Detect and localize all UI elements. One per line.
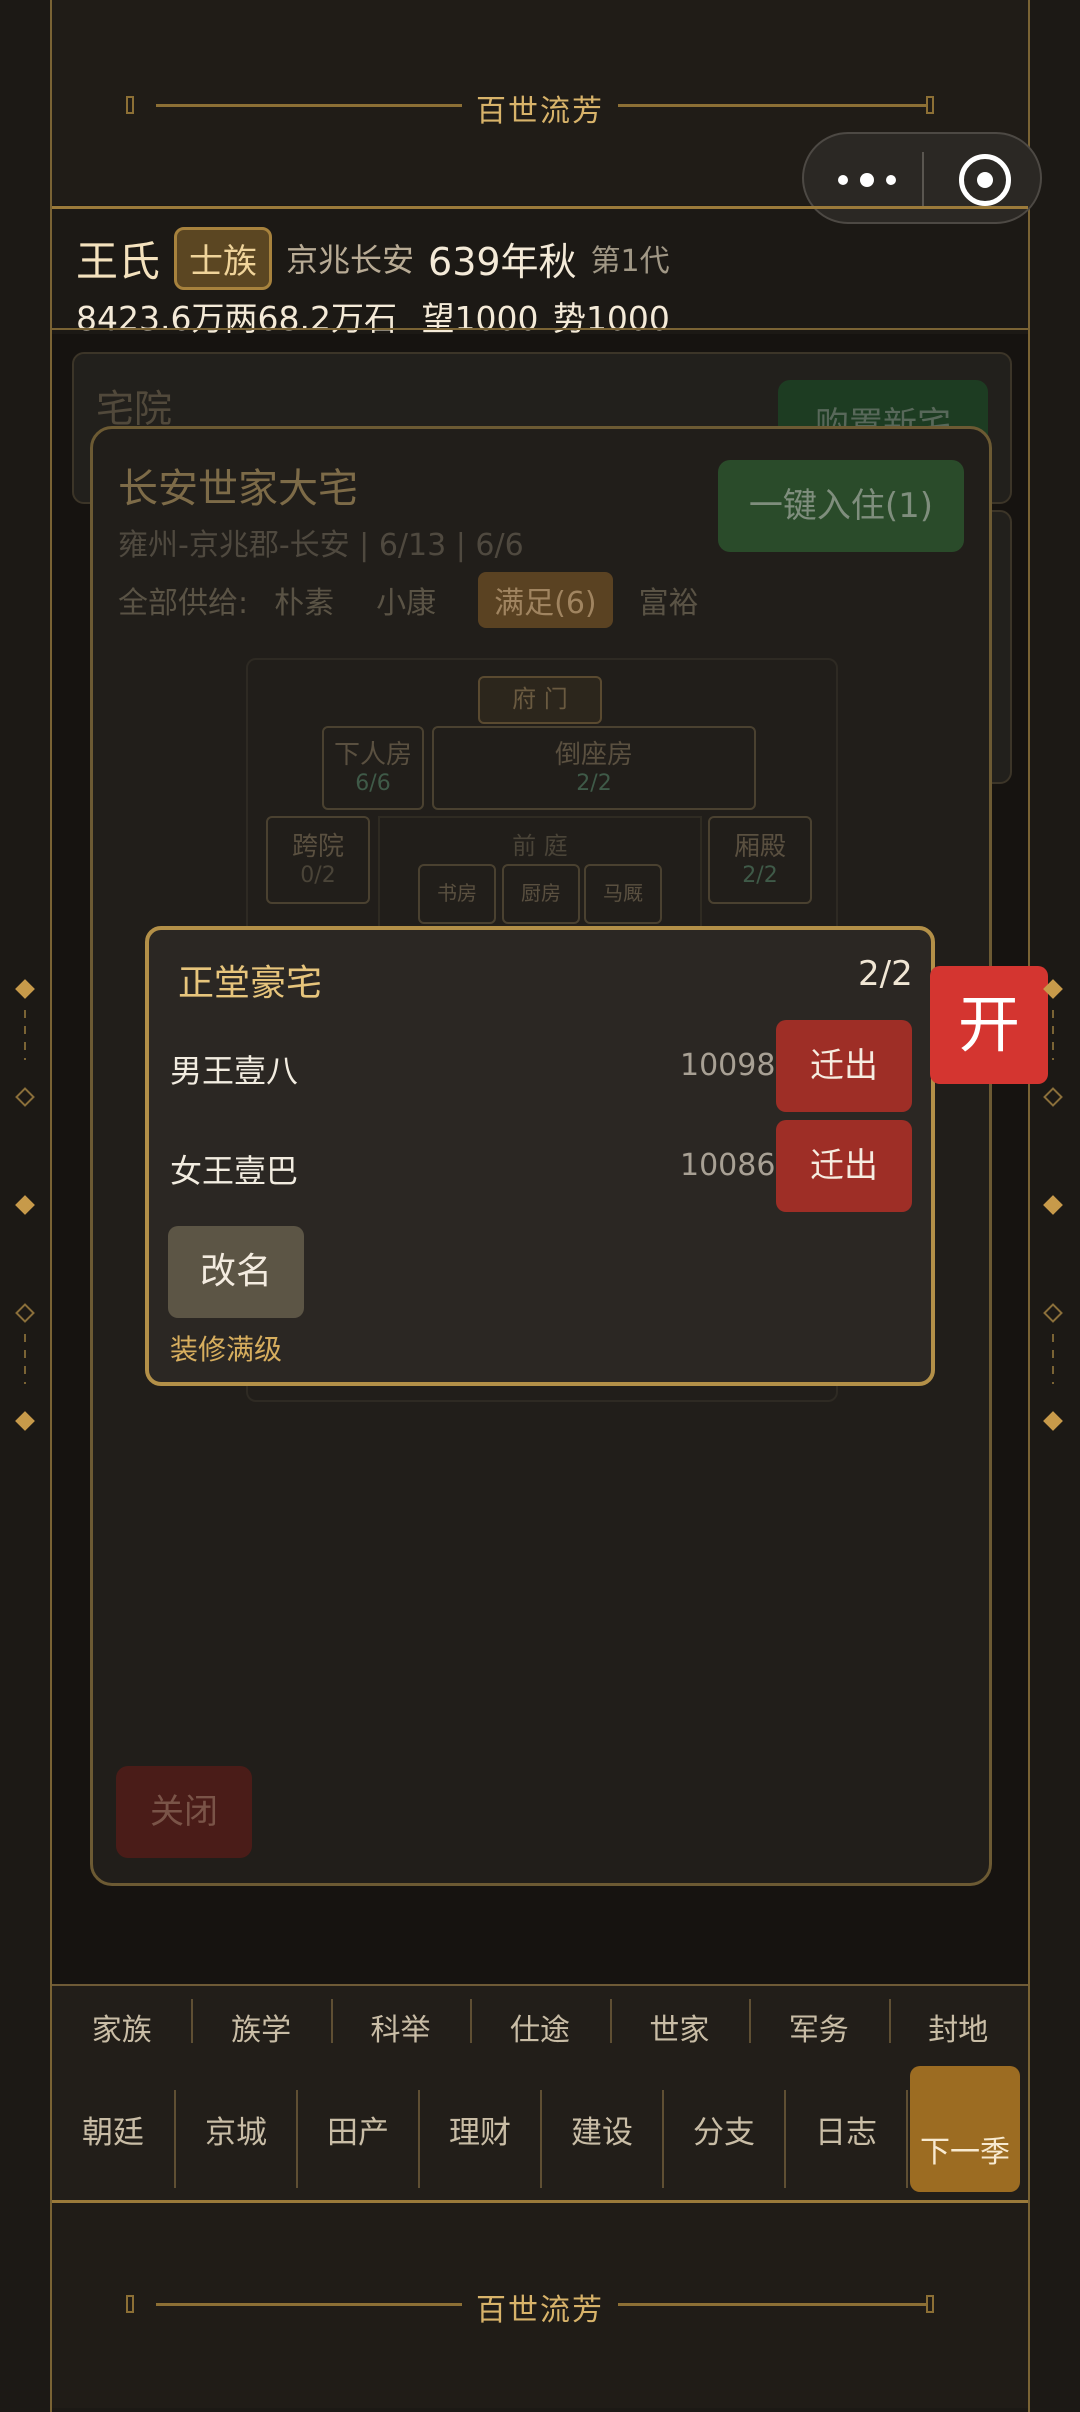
nav-career[interactable]: 仕途: [470, 1999, 609, 2049]
side-dash-line: [24, 1010, 26, 1060]
reverse-room-name: 倒座房: [554, 740, 633, 770]
header-top-divider: [52, 206, 1028, 209]
front-court-label: 前 庭: [512, 832, 568, 860]
rank-badge: 士族: [174, 226, 273, 290]
move-out-button[interactable]: 迁出: [776, 1020, 912, 1112]
nav-fief[interactable]: 封地: [888, 1999, 1028, 2049]
servant-room-count: 6/6: [355, 771, 391, 796]
clan-name: 王氏: [76, 236, 161, 286]
side-diamond-icon: [1043, 1087, 1063, 1107]
side-diamond-icon: [15, 1303, 35, 1323]
side-dash-line: [1052, 1334, 1054, 1384]
miniprogram-capsule: [802, 132, 1042, 224]
nav-construction[interactable]: 建设: [542, 2066, 662, 2200]
banner-title: 百世流芳: [476, 2293, 604, 2328]
occupant-value: 10098: [680, 1048, 776, 1083]
capsule-divider: [922, 152, 924, 208]
servant-room[interactable]: 下人房 6/6: [322, 726, 424, 810]
residence-section-title: 宅院: [96, 387, 173, 431]
wing-hall-room[interactable]: 厢殿 2/2: [708, 816, 812, 904]
decoration-status: 装修满级: [170, 1333, 283, 1366]
room-popup-title: 正堂豪宅: [178, 963, 323, 1004]
banner-title: 百世流芳: [476, 94, 604, 129]
supply-option-rich[interactable]: 富裕: [639, 578, 699, 622]
kitchen-room[interactable]: 厨房: [502, 864, 580, 924]
occupant-name: 女王壹巴: [170, 1152, 299, 1190]
residence-title: 长安世家大宅: [118, 466, 358, 512]
side-diamond-icon: [15, 1411, 35, 1431]
study-room[interactable]: 书房: [418, 864, 496, 924]
side-dash-line: [24, 1334, 26, 1384]
reverse-room[interactable]: 倒座房 2/2: [432, 726, 756, 810]
side-diamond-icon: [1043, 1195, 1063, 1215]
servant-room-name: 下人房: [333, 740, 412, 770]
resources-row: 8423.6万两68.2万石 望1000 势1000: [76, 292, 684, 340]
gate-room[interactable]: 府 门: [478, 676, 602, 724]
nav-estates[interactable]: 田产: [298, 2066, 418, 2200]
nav-military[interactable]: 军务: [749, 1999, 888, 2049]
nav-finance[interactable]: 理财: [420, 2066, 540, 2200]
side-court-count: 0/2: [300, 863, 336, 888]
money-value: 8423.6万两: [76, 299, 258, 338]
clan-info-row: 王氏 士族 京兆长安 639年秋 第1代: [76, 226, 670, 290]
nav-noble-families[interactable]: 世家: [609, 1999, 749, 2049]
right-frame-line: [1028, 0, 1030, 2412]
header-bottom-divider: [52, 328, 1028, 330]
clan-location: 京兆长安: [286, 241, 415, 279]
grain-value: 68.2万石: [257, 299, 397, 338]
reverse-room-count: 2/2: [576, 771, 612, 796]
supply-selector: 全部供给: 朴素 小康 满足(6) 富裕: [118, 572, 741, 628]
nav-row-primary: 家族 族学 科举 仕途 世家 军务 封地: [52, 1984, 1028, 2068]
nav-row-secondary: 朝廷 京城 田产 理财 建设 分支 日志: [52, 2066, 1028, 2200]
nav-family[interactable]: 家族: [52, 2005, 191, 2049]
more-icon[interactable]: [834, 162, 914, 198]
occupant-value: 10086: [680, 1148, 776, 1183]
generation: 第1代: [590, 244, 670, 279]
side-diamond-icon: [1043, 1411, 1063, 1431]
current-year: 639年秋: [428, 239, 577, 284]
open-button[interactable]: 开: [930, 966, 1048, 1084]
nav-exam[interactable]: 科举: [330, 1999, 470, 2049]
bottom-banner: 百世流芳: [52, 2203, 1028, 2408]
prestige-value: 望1000: [421, 299, 539, 338]
side-court-name: 跨院: [291, 832, 344, 862]
supply-option-moderate[interactable]: 小康: [376, 578, 436, 622]
nav-clan-school[interactable]: 族学: [191, 1999, 330, 2049]
room-capacity: 2/2: [858, 954, 913, 994]
side-court-room[interactable]: 跨院 0/2: [266, 816, 370, 904]
move-out-button[interactable]: 迁出: [776, 1120, 912, 1212]
nav-divider: [906, 2090, 908, 2188]
move-in-all-button[interactable]: 一键入住(1): [718, 460, 964, 552]
side-diamond-icon: [15, 979, 35, 999]
nav-court[interactable]: 朝廷: [52, 2066, 174, 2200]
side-diamond-icon: [15, 1195, 35, 1215]
occupant-name: 男王壹八: [170, 1052, 299, 1090]
wing-hall-count: 2/2: [742, 863, 778, 888]
supply-label: 全部供给:: [118, 586, 249, 621]
close-button[interactable]: 关闭: [116, 1766, 252, 1858]
wing-hall-name: 厢殿: [733, 832, 786, 862]
power-value: 势1000: [552, 299, 670, 338]
side-dash-line: [1052, 1010, 1054, 1060]
residence-subtitle: 雍州-京兆郡-长安 | 6/13 | 6/6: [118, 528, 524, 563]
stable-room[interactable]: 马厩: [584, 864, 662, 924]
supply-option-plain[interactable]: 朴素: [274, 578, 334, 622]
rename-button[interactable]: 改名: [168, 1226, 304, 1318]
side-diamond-icon: [15, 1087, 35, 1107]
next-season-button[interactable]: 下一季: [910, 2066, 1020, 2192]
nav-log[interactable]: 日志: [786, 2066, 906, 2200]
nav-branches[interactable]: 分支: [664, 2066, 784, 2200]
close-miniprogram-icon[interactable]: [959, 154, 1011, 206]
nav-capital[interactable]: 京城: [176, 2066, 296, 2200]
side-diamond-icon: [1043, 1303, 1063, 1323]
supply-option-sufficient[interactable]: 满足(6): [478, 572, 613, 628]
